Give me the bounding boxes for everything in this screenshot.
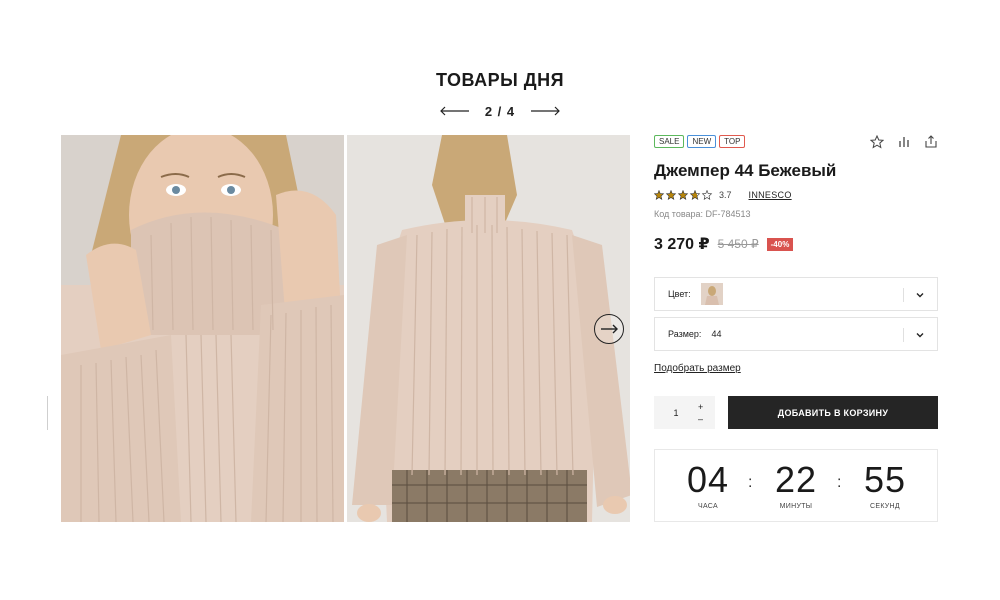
select-divider [903, 328, 904, 342]
badge-top: TOP [719, 135, 746, 148]
size-label: Размер: [668, 329, 702, 339]
product-photo-front[interactable] [61, 135, 344, 522]
size-value: 44 [711, 329, 722, 339]
quantity-stepper[interactable]: 1 + – [654, 396, 715, 429]
page-counter: 2 / 4 [484, 103, 516, 119]
timer-hours: 04 ЧАСА [668, 459, 748, 511]
quantity-plus-button[interactable]: + [698, 401, 703, 413]
minutes-value: 22 [774, 459, 818, 500]
color-label: Цвет: [668, 289, 691, 299]
select-divider [903, 288, 904, 302]
product-title: Джемпер 44 Бежевый [654, 161, 837, 180]
prev-arrow-icon[interactable] [440, 101, 470, 121]
size-select[interactable]: Размер: 44 [654, 317, 938, 351]
badge-new: NEW [687, 135, 717, 148]
rating-row: 3.7 INNESCO [654, 190, 938, 200]
color-select[interactable]: Цвет: [654, 277, 938, 311]
badge-sale: SALE [654, 135, 685, 148]
product-actions [870, 135, 938, 149]
product-photo-back[interactable] [347, 135, 630, 522]
timer-seconds: 55 СЕКУНД [845, 459, 925, 511]
share-icon[interactable] [924, 135, 938, 149]
hours-value: 04 [686, 459, 730, 500]
slider-handle[interactable] [47, 396, 48, 430]
hours-label: ЧАСА [698, 503, 718, 510]
brand-link[interactable]: INNESCO [749, 190, 792, 200]
slider-next-button[interactable] [594, 314, 624, 344]
rating-value: 3.7 [719, 190, 732, 200]
current-price: 3 270 ₽ [654, 236, 710, 253]
star-icon[interactable] [870, 135, 884, 149]
arrow-circle-right-icon [601, 324, 618, 334]
old-price: 5 450 ₽ [717, 237, 759, 251]
color-swatch [700, 283, 723, 305]
quantity-minus-button[interactable]: – [698, 413, 703, 425]
pager: 2 / 4 [440, 101, 560, 121]
quantity-buttons: + – [698, 401, 703, 425]
section-title: ТОВАРЫ ДНЯ [435, 70, 565, 90]
size-guide-link[interactable]: Подобрать размер [654, 363, 741, 374]
add-to-cart-button[interactable]: ДОБАВИТЬ В КОРЗИНУ [728, 396, 938, 429]
chevron-down-icon [916, 333, 924, 338]
product-info: SALE NEW TOP Джемпер 44 Бежевый 3.7 INNE… [654, 135, 938, 522]
bar-chart-icon[interactable] [897, 135, 911, 149]
timer-separator: : [748, 474, 753, 491]
rating-stars [654, 190, 714, 200]
timer-minutes: 22 МИНУТЫ [756, 459, 836, 511]
rating-stars-icon [654, 190, 713, 200]
product-sku: Код товара: DF-784513 [654, 209, 751, 219]
minutes-label: МИНУТЫ [779, 503, 813, 510]
price-row: 3 270 ₽ 5 450 ₽ -40% [654, 234, 938, 254]
seconds-value: 55 [863, 459, 907, 500]
countdown-timer: 04 ЧАСА : 22 МИНУТЫ : 55 СЕКУНД [654, 449, 938, 522]
chevron-down-icon [916, 293, 924, 298]
timer-separator: : [837, 474, 842, 491]
quantity-value[interactable]: 1 [654, 408, 698, 418]
discount-badge: -40% [766, 237, 794, 251]
seconds-label: СЕКУНД [870, 503, 900, 510]
next-arrow-icon[interactable] [530, 101, 560, 121]
